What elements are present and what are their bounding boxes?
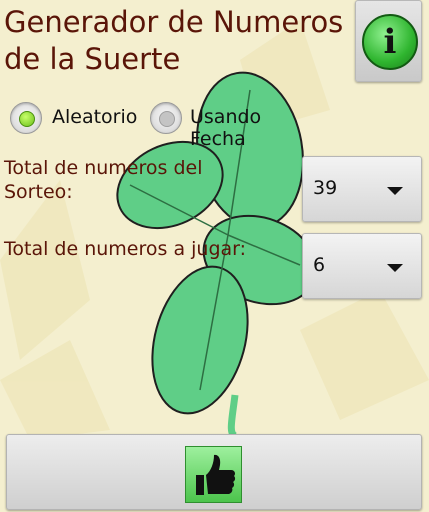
radio-selected-dot — [19, 111, 35, 127]
generate-button[interactable] — [6, 434, 422, 510]
radio-unselected-dot — [159, 111, 175, 127]
total-sorteo-value: 39 — [313, 177, 338, 199]
radio-label-usando-fecha[interactable]: Usando Fecha — [190, 106, 261, 150]
radio-usando-fecha[interactable] — [150, 102, 182, 134]
dropdown-arrow-icon — [387, 264, 403, 272]
total-jugar-spinner[interactable]: 6 — [302, 233, 422, 299]
info-button[interactable]: i — [355, 0, 422, 82]
info-icon: i — [362, 14, 418, 70]
total-sorteo-spinner[interactable]: 39 — [302, 156, 422, 222]
total-sorteo-label: Total de numeros del Sorteo: — [4, 157, 203, 203]
total-jugar-value: 6 — [313, 254, 326, 276]
radio-aleatorio[interactable] — [10, 102, 42, 134]
radio-label-aleatorio[interactable]: Aleatorio — [52, 106, 137, 128]
thumbs-up-icon — [185, 446, 242, 503]
page-title: Generador de Numeros de la Suerte — [4, 5, 344, 76]
total-jugar-label: Total de numeros a jugar: — [4, 238, 247, 260]
dropdown-arrow-icon — [387, 187, 403, 195]
